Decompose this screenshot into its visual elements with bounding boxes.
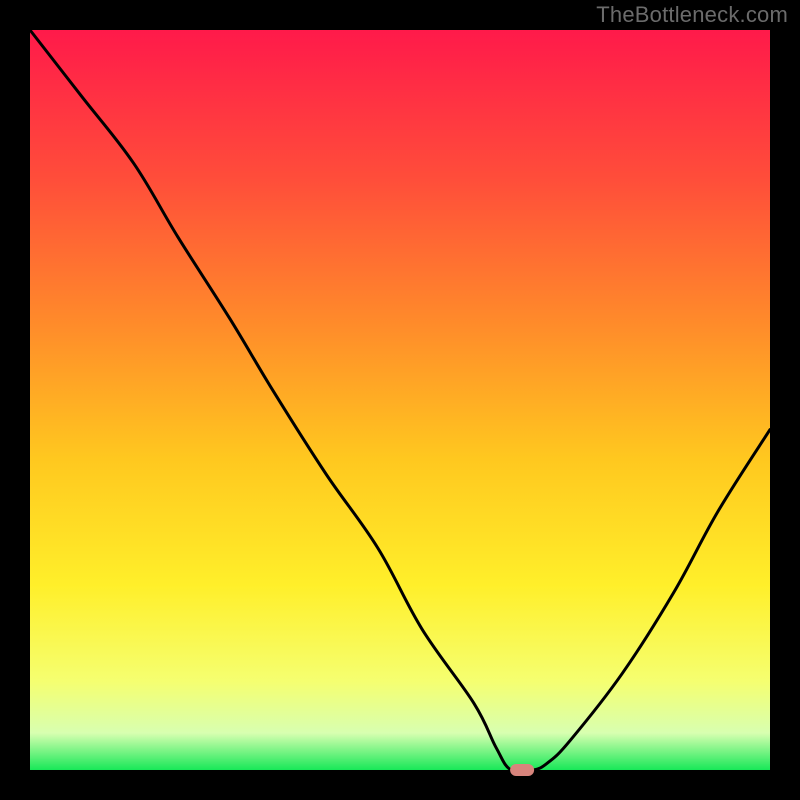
chart-background	[30, 30, 770, 770]
bottleneck-chart	[0, 0, 800, 800]
watermark-text: TheBottleneck.com	[596, 2, 788, 28]
optimal-marker	[510, 764, 534, 776]
